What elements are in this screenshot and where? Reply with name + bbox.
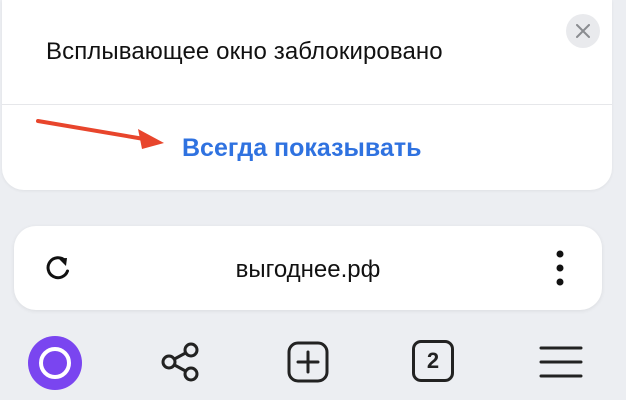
hamburger-menu-icon <box>539 346 583 378</box>
tabs-count: 2 <box>426 348 440 373</box>
new-tab-plus-icon <box>287 341 329 383</box>
alice-assistant-icon <box>39 347 71 379</box>
always-show-button[interactable]: Всегда показывать <box>182 134 421 163</box>
bottom-toolbar: 2 <box>0 322 626 400</box>
share-icon <box>161 342 199 382</box>
popup-blocked-message: Всплывающее окно заблокировано <box>46 38 443 65</box>
alice-assistant-button[interactable] <box>28 336 82 390</box>
tabs-count-icon: 2 <box>412 340 454 382</box>
arrow-annotation-icon <box>36 119 164 149</box>
share-button[interactable] <box>158 340 202 384</box>
tabs-button[interactable]: 2 <box>412 340 454 382</box>
new-tab-button[interactable] <box>286 340 330 384</box>
address-bar[interactable]: выгоднее.рф <box>14 226 602 310</box>
main-menu-button[interactable] <box>538 342 584 382</box>
popup-blocked-card: Всплывающее окно заблокировано Всегда по… <box>2 0 612 190</box>
url-text[interactable]: выгоднее.рф <box>14 256 602 284</box>
popup-divider <box>2 104 612 105</box>
close-icon <box>576 24 590 38</box>
close-button[interactable] <box>566 14 600 48</box>
more-menu-button[interactable] <box>550 248 570 288</box>
more-vertical-icon <box>556 250 564 286</box>
